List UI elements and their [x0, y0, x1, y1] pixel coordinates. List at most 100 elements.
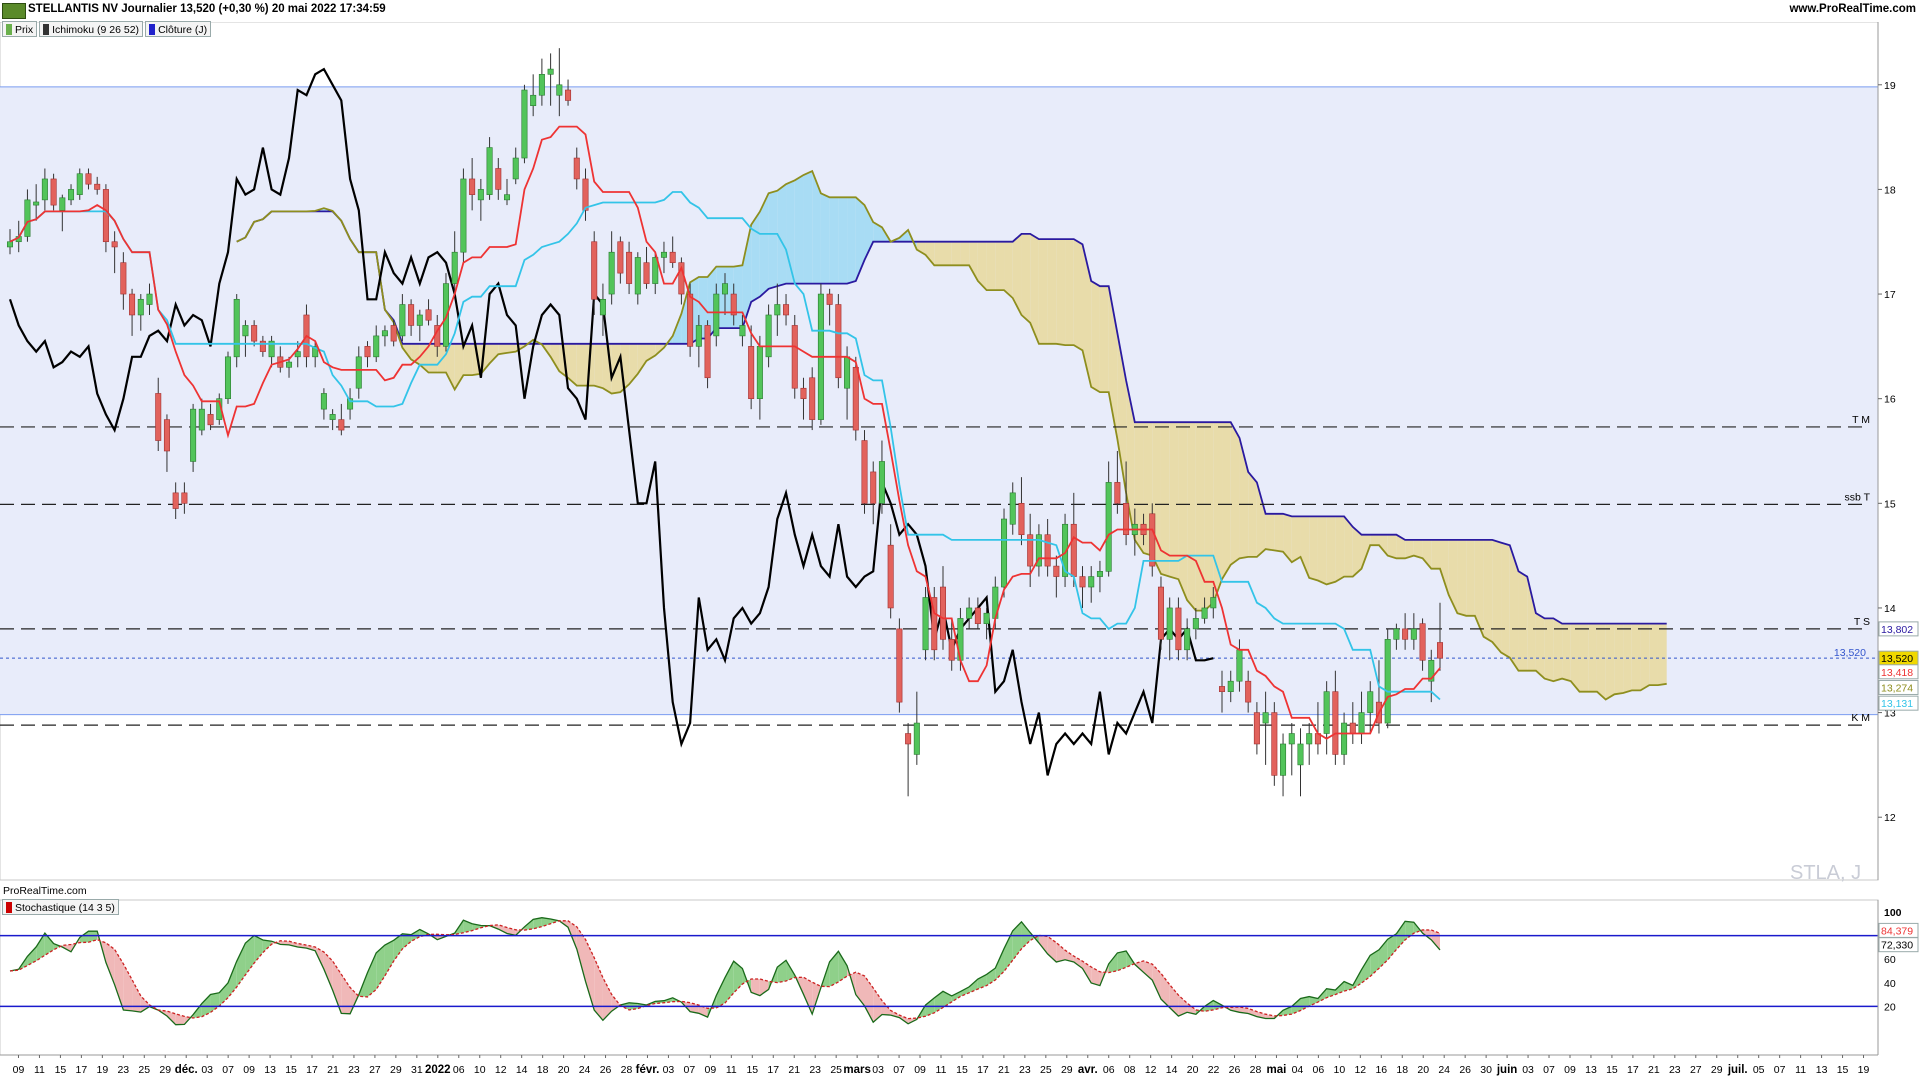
candle-body [364, 346, 371, 358]
x-axis-label: 04 [1292, 1064, 1304, 1076]
candle-body [1253, 712, 1260, 745]
candle-body [504, 194, 511, 201]
candle-body [974, 607, 981, 624]
x-axis-label: 06 [1313, 1064, 1325, 1076]
x-axis-label: 09 [243, 1064, 255, 1076]
candle-body [1044, 534, 1051, 567]
kumo-cloud-segment [1021, 233, 1031, 323]
candle-body [460, 178, 467, 253]
candle-body [68, 189, 75, 201]
candle-body [695, 325, 702, 347]
site-link[interactable]: www.ProRealTime.com [1789, 3, 1916, 15]
candle-body [1219, 686, 1226, 692]
candle-body [1088, 576, 1095, 588]
candle-body [1262, 712, 1269, 724]
x-axis-label: 07 [1543, 1064, 1555, 1076]
x-axis-label: 29 [159, 1064, 171, 1076]
candle-body [1280, 743, 1287, 776]
x-axis-label: 24 [1438, 1064, 1450, 1076]
x-axis-label: 15 [1837, 1064, 1849, 1076]
candle-body [181, 492, 188, 504]
indicator-legend: Prix Ichimoku (9 26 52) Clôture (J) [2, 21, 212, 37]
x-axis-label: 23 [1669, 1064, 1681, 1076]
candle-body [259, 340, 266, 352]
x-axis-label: 18 [537, 1064, 549, 1076]
kumo-cloud-segment [820, 193, 830, 284]
stochastic-tag-label: 84,379 [1881, 925, 1913, 937]
kumo-cloud-segment [1291, 516, 1301, 563]
candle-body [486, 147, 493, 195]
candle-body [1288, 733, 1295, 745]
candle-body [94, 183, 101, 190]
candle-body [85, 173, 92, 185]
candle-body [469, 178, 476, 195]
kumo-cloud-segment [1492, 539, 1502, 653]
kumo-cloud-segment [1230, 422, 1240, 565]
candle-body [451, 251, 458, 284]
candle-body [913, 722, 920, 755]
kumo-cloud-segment [1596, 623, 1606, 700]
x-axis-label: 19 [1858, 1064, 1870, 1076]
x-axis-label: 30 [1480, 1064, 1492, 1076]
kumo-cloud-segment [794, 175, 804, 284]
x-axis-label: 07 [1774, 1064, 1786, 1076]
chart-header: STELLANTIS NV Journalier 13,520 (+0,30 %… [0, 0, 1920, 22]
candle-body [905, 733, 912, 745]
x-axis-label: 08 [1124, 1064, 1136, 1076]
kumo-cloud-segment [1387, 534, 1397, 559]
candle-body [939, 586, 946, 640]
candle-body [643, 262, 650, 284]
kumo-cloud-segment [1588, 623, 1597, 692]
candle-body [748, 346, 755, 399]
candle-body [1192, 618, 1199, 630]
kumo-cloud-segment [960, 241, 970, 266]
stochastic-axis-label: 100 [1884, 907, 1902, 919]
candle-body [373, 335, 380, 358]
x-axis-label: 16 [1375, 1064, 1387, 1076]
kumo-cloud-segment [428, 343, 438, 373]
candle-body [198, 408, 205, 431]
candle-body [76, 173, 83, 195]
candle-body [783, 304, 790, 316]
kumo-cloud-segment [1178, 422, 1188, 601]
x-axis-label: 15 [285, 1064, 297, 1076]
kumo-cloud-segment [803, 171, 813, 284]
x-axis-label: 09 [914, 1064, 926, 1076]
x-axis-label: 14 [1166, 1064, 1178, 1076]
kumo-cloud-segment [1640, 623, 1650, 691]
kumo-cloud-segment [1579, 623, 1589, 692]
x-axis-label: 29 [390, 1064, 402, 1076]
stochastic-legend[interactable]: Stochastique (14 3 5) [2, 899, 119, 915]
price-axis-label: 17 [1884, 289, 1896, 301]
candle-body [1297, 743, 1304, 766]
legend-ichimoku[interactable]: Ichimoku (9 26 52) [39, 21, 144, 37]
kumo-cloud-segment [1335, 516, 1345, 582]
candle-body [425, 309, 432, 321]
candle-body [477, 189, 484, 201]
candle-body [41, 178, 48, 201]
ichimoku-swatch-icon [43, 24, 50, 35]
kumo-cloud-segment [1431, 539, 1440, 569]
candle-body [1114, 482, 1121, 504]
price-panel: T Mssb TT SK M13,520191817161514131213,8… [0, 21, 1919, 881]
legend-price[interactable]: Prix [2, 21, 38, 37]
stochastic-axis-label: 60 [1884, 954, 1896, 966]
candle-body [120, 262, 127, 295]
candle-body [1157, 586, 1164, 640]
legend-ichimoku-label: Ichimoku (9 26 52) [52, 23, 140, 36]
x-axis-label: 17 [306, 1064, 318, 1076]
level-label: T S [1854, 616, 1870, 628]
candle-body [765, 314, 772, 358]
kumo-cloud-segment [1657, 623, 1667, 686]
candle-body [687, 293, 694, 347]
legend-close[interactable]: Clôture (J) [145, 21, 212, 37]
ichimoku-chart: T M ssb T T S K M 13,520 19 18 17 16 15 14 13 12 13,8… [0, 21, 1920, 1080]
candle-body [207, 414, 214, 426]
x-axis-label: 03 [872, 1064, 884, 1076]
x-axis: 09 11 15 17 19 23 25 29 déc. 03 07 09 13 15 17 21 23 27 29… [0, 1054, 1920, 1080]
candle-body [233, 298, 240, 358]
x-axis-label: 10 [1334, 1064, 1346, 1076]
candle-body [338, 419, 345, 431]
x-axis-label: 21 [327, 1064, 339, 1076]
x-axis-label: 09 [1564, 1064, 1576, 1076]
